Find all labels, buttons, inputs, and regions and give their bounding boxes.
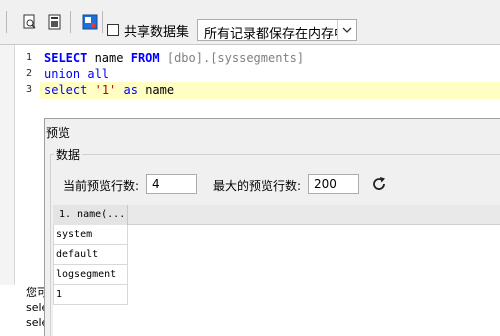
- memory-mode-select[interactable]: 所有记录都保存在内存中: [197, 19, 357, 42]
- grid-cell[interactable]: system: [53, 225, 128, 245]
- keyword: FROM: [130, 51, 160, 65]
- column-header-name[interactable]: 1. name(...: [53, 205, 128, 225]
- code-line: union all: [44, 67, 109, 81]
- grid-cell[interactable]: 1: [53, 285, 128, 305]
- grid-cell[interactable]: logsegment: [53, 265, 128, 285]
- preview-button[interactable]: [79, 11, 101, 33]
- messages-panel: 您可 sele sele: [0, 285, 50, 336]
- code-line: SELECT name FROM [dbo].[syssegments]: [44, 51, 304, 65]
- preview-icon: [82, 14, 98, 30]
- message-line: sele: [26, 301, 49, 314]
- code-line: select '1' as name: [44, 83, 174, 97]
- max-rows-value: 200: [314, 177, 337, 191]
- keyword: as: [123, 83, 138, 97]
- memory-mode-value: 所有记录都保存在内存中: [204, 27, 348, 42]
- keyword: union all: [44, 67, 110, 81]
- cell-value: 1: [56, 289, 63, 300]
- memory-mode-dropdown-button[interactable]: [337, 20, 356, 40]
- editor-gutter: [0, 45, 15, 285]
- share-dataset-label: 共享数据集: [124, 25, 190, 40]
- keyword: SELECT: [44, 51, 88, 65]
- chevron-down-icon: [342, 27, 352, 33]
- toolbar-separator: [6, 11, 7, 33]
- table-identifier: [dbo].[syssegments]: [166, 51, 305, 65]
- line-number: 3: [25, 84, 32, 95]
- data-group-label: 数据: [54, 146, 83, 163]
- refresh-button[interactable]: [370, 175, 388, 193]
- toolbar-separator: [70, 11, 71, 33]
- grid-cell[interactable]: default: [53, 245, 128, 265]
- current-rows-label: 当前预览行数:: [63, 179, 140, 193]
- grid-button[interactable]: [44, 11, 66, 33]
- share-dataset-checkbox[interactable]: [107, 24, 119, 36]
- string-literal: '1': [94, 83, 117, 97]
- preview-title: 预览: [46, 126, 71, 140]
- keyword: select: [44, 83, 88, 97]
- max-rows-field[interactable]: 200: [308, 174, 359, 194]
- line-number: 1: [25, 52, 32, 63]
- cell-value: logsegment: [56, 269, 117, 280]
- identifier: name: [87, 51, 131, 65]
- toolbar-separator: [102, 11, 103, 33]
- line-number: 2: [25, 68, 32, 79]
- refresh-icon: [373, 177, 385, 190]
- find-icon: [23, 14, 36, 29]
- current-rows-value: 4: [152, 177, 160, 191]
- message-line: 您可: [26, 286, 48, 299]
- grid-border: [53, 225, 54, 305]
- current-rows-field[interactable]: 4: [146, 174, 197, 194]
- max-rows-label: 最大的预览行数:: [213, 179, 302, 193]
- find-button[interactable]: [19, 11, 41, 33]
- grid-icon: [48, 14, 61, 30]
- column-header-label: 1. name(...: [59, 209, 126, 220]
- identifier: name: [137, 83, 175, 97]
- message-line: sele: [26, 316, 49, 329]
- cell-value: default: [56, 249, 99, 260]
- cell-value: system: [56, 229, 93, 240]
